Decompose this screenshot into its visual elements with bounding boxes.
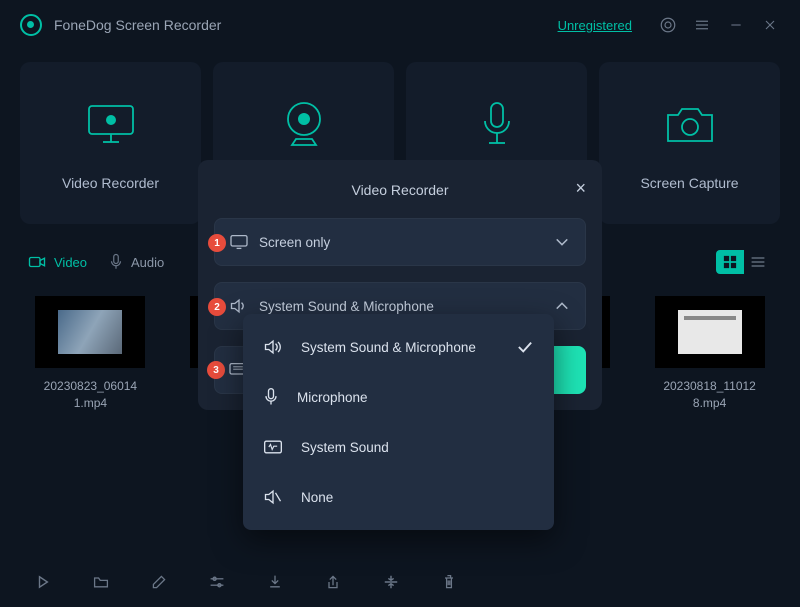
play-icon[interactable] bbox=[34, 573, 52, 591]
audio-source-dropdown: System Sound & Microphone Microphone Sys… bbox=[243, 314, 554, 530]
file-thumbnail bbox=[655, 296, 765, 368]
tab-video[interactable]: Video bbox=[28, 255, 87, 270]
tool-label: Video Recorder bbox=[62, 175, 159, 191]
chevron-up-icon bbox=[555, 301, 569, 311]
dropdown-option-none[interactable]: None bbox=[243, 472, 554, 522]
app-title: FoneDog Screen Recorder bbox=[54, 17, 221, 33]
folder-icon[interactable] bbox=[92, 573, 110, 591]
edit-icon[interactable] bbox=[150, 573, 168, 591]
app-logo-icon bbox=[20, 14, 42, 36]
screen-source-select[interactable]: 1 Screen only bbox=[214, 218, 586, 266]
option-label: System Sound & Microphone bbox=[301, 340, 476, 355]
compress-icon[interactable] bbox=[382, 573, 400, 591]
modal-close-icon[interactable]: × bbox=[575, 178, 586, 199]
option-label: System Sound bbox=[301, 440, 389, 455]
dropdown-option-both[interactable]: System Sound & Microphone bbox=[243, 322, 554, 372]
row-label: System Sound & Microphone bbox=[259, 299, 434, 314]
dropdown-option-system-sound[interactable]: System Sound bbox=[243, 422, 554, 472]
row-label: Screen only bbox=[259, 235, 330, 250]
monitor-icon bbox=[229, 234, 249, 250]
dropdown-option-microphone[interactable]: Microphone bbox=[243, 372, 554, 422]
download-icon[interactable] bbox=[266, 573, 284, 591]
menu-icon[interactable] bbox=[692, 15, 712, 35]
list-icon bbox=[750, 255, 766, 269]
tool-label: Screen Capture bbox=[640, 175, 738, 191]
step-badge: 1 bbox=[208, 234, 226, 252]
step-badge: 3 bbox=[207, 361, 225, 379]
video-icon bbox=[28, 255, 46, 269]
camera-icon bbox=[662, 95, 718, 155]
speaker-mute-icon bbox=[263, 488, 283, 506]
tool-video-recorder[interactable]: Video Recorder bbox=[20, 62, 201, 224]
adjust-icon[interactable] bbox=[208, 573, 226, 591]
sound-card-icon bbox=[263, 438, 283, 456]
mic-icon bbox=[263, 387, 279, 407]
settings-icon[interactable] bbox=[658, 15, 678, 35]
option-label: None bbox=[301, 490, 333, 505]
file-name: 20230823_060141.mp4 bbox=[44, 378, 137, 412]
grid-icon bbox=[723, 255, 737, 269]
speaker-icon bbox=[229, 297, 249, 315]
delete-icon[interactable] bbox=[440, 573, 458, 591]
step-badge: 2 bbox=[208, 298, 226, 316]
webcam-icon bbox=[276, 95, 332, 155]
tab-label: Video bbox=[54, 255, 87, 270]
tool-screen-capture[interactable]: Screen Capture bbox=[599, 62, 780, 224]
file-item[interactable]: 20230823_060141.mp4 bbox=[20, 296, 161, 412]
unregistered-link[interactable]: Unregistered bbox=[558, 18, 632, 33]
view-grid-button[interactable] bbox=[716, 250, 744, 274]
view-list-button[interactable] bbox=[744, 250, 772, 274]
check-icon bbox=[516, 340, 534, 354]
chevron-down-icon bbox=[555, 237, 569, 247]
tab-audio[interactable]: Audio bbox=[109, 253, 164, 271]
file-thumbnail bbox=[35, 296, 145, 368]
minimize-icon[interactable] bbox=[726, 15, 746, 35]
close-icon[interactable] bbox=[760, 15, 780, 35]
file-name: 20230818_110128.mp4 bbox=[663, 378, 756, 412]
speaker-icon bbox=[263, 338, 283, 356]
tab-label: Audio bbox=[131, 255, 164, 270]
option-label: Microphone bbox=[297, 390, 368, 405]
monitor-rec-icon bbox=[83, 95, 139, 155]
file-item[interactable]: 20230818_110128.mp4 bbox=[639, 296, 780, 412]
modal-title: Video Recorder bbox=[351, 182, 448, 198]
microphone-icon bbox=[477, 95, 517, 155]
mic-small-icon bbox=[109, 253, 123, 271]
share-icon[interactable] bbox=[324, 573, 342, 591]
